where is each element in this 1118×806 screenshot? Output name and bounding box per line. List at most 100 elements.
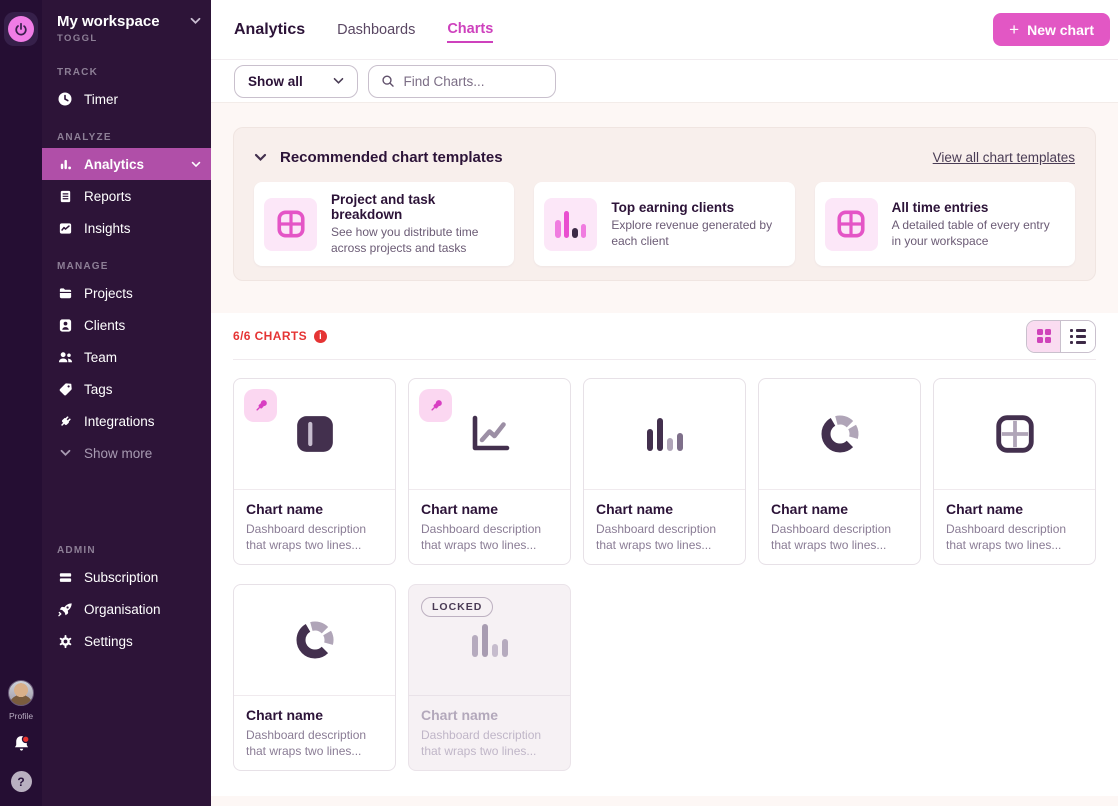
list-icon <box>1070 329 1086 344</box>
sidebar-item-projects[interactable]: Projects <box>42 277 211 309</box>
filter-row: Show all <box>211 60 1118 103</box>
chevron-down-icon <box>57 445 73 461</box>
section-label: MANAGE <box>57 261 211 272</box>
sidebar-item-subscription[interactable]: Subscription <box>42 561 211 593</box>
document-icon <box>57 188 73 204</box>
show-all-select[interactable]: Show all <box>234 65 358 98</box>
notifications-bell-icon[interactable] <box>12 734 31 758</box>
list-view-button[interactable] <box>1061 321 1095 352</box>
tag-icon <box>57 381 73 397</box>
section-label: ANALYZE <box>57 132 211 143</box>
table-grid-icon <box>825 198 878 251</box>
sidebar-item-label: Tags <box>84 382 113 397</box>
sidebar-item-settings[interactable]: Settings <box>42 625 211 657</box>
charts-grid: Chart name Dashboard description that wr… <box>233 360 1096 796</box>
sidebar-item-label: Projects <box>84 286 133 301</box>
chart-card-5[interactable]: Chart name Dashboard description that wr… <box>933 378 1096 565</box>
table-grid-icon <box>264 198 317 251</box>
workspace-switcher[interactable]: My workspace TOGGL <box>42 0 211 50</box>
sidebar-item-show-more[interactable]: Show more <box>42 437 211 469</box>
recommended-title: Recommended chart templates <box>280 149 503 166</box>
template-card-all-time-entries[interactable]: All time entries A detailed table of eve… <box>815 182 1075 266</box>
sidebar-item-tags[interactable]: Tags <box>42 373 211 405</box>
chart-desc: Dashboard description that wraps two lin… <box>771 521 908 553</box>
sidebar-item-label: Show more <box>84 446 152 461</box>
chart-desc: Dashboard description that wraps two lin… <box>246 727 383 759</box>
grid-view-button[interactable] <box>1027 321 1061 352</box>
toggl-logo-button[interactable] <box>4 12 38 46</box>
chart-card-7-locked[interactable]: LOCKED Chart name Dashboard description … <box>408 584 571 771</box>
pin-icon <box>253 398 269 414</box>
view-all-templates-link[interactable]: View all chart templates <box>933 150 1075 165</box>
chart-card-6[interactable]: Chart name Dashboard description that wr… <box>233 584 396 771</box>
chart-card-4[interactable]: Chart name Dashboard description that wr… <box>758 378 921 565</box>
donut-chart-icon <box>818 412 862 456</box>
profile-label: Profile <box>9 711 33 721</box>
sidebar-section-admin: ADMIN Subscription Organisation Settings <box>42 545 211 657</box>
chart-desc: Dashboard description that wraps two lin… <box>946 521 1083 553</box>
info-icon[interactable]: i <box>314 330 327 343</box>
chart-name: Chart name <box>771 501 908 517</box>
rocket-icon <box>57 601 73 617</box>
bar-chart-icon <box>544 198 597 251</box>
chart-name: Chart name <box>421 707 558 723</box>
new-chart-button[interactable]: + New chart <box>993 13 1110 46</box>
template-desc: See how you distribute time across proje… <box>331 224 500 256</box>
page-title: Analytics <box>234 21 305 39</box>
template-desc: A detailed table of every entry in your … <box>892 217 1061 249</box>
sidebar-item-label: Timer <box>84 92 118 107</box>
subscription-icon <box>57 569 73 585</box>
sidebar-item-label: Team <box>84 350 117 365</box>
bar-chart-icon <box>472 623 508 657</box>
tab-charts[interactable]: Charts <box>447 17 493 43</box>
topbar: Analytics Dashboards Charts + New chart <box>211 0 1118 60</box>
folder-icon <box>57 285 73 301</box>
help-icon[interactable]: ? <box>11 771 32 792</box>
pin-icon <box>428 398 444 414</box>
show-all-label: Show all <box>248 74 303 89</box>
chart-name: Chart name <box>246 707 383 723</box>
plus-icon: + <box>1009 21 1019 38</box>
sidebar-item-reports[interactable]: Reports <box>42 180 211 212</box>
chart-desc: Dashboard description that wraps two lin… <box>246 521 383 553</box>
chart-name: Chart name <box>596 501 733 517</box>
chart-name: Chart name <box>421 501 558 517</box>
sidebar-item-label: Insights <box>84 221 131 236</box>
locked-badge: LOCKED <box>421 597 493 617</box>
pin-badge[interactable] <box>244 389 277 422</box>
sidebar-item-insights[interactable]: Insights <box>42 212 211 244</box>
tab-dashboards[interactable]: Dashboards <box>337 18 415 42</box>
sidebar-item-label: Settings <box>84 634 133 649</box>
chart-desc: Dashboard description that wraps two lin… <box>596 521 733 553</box>
sidebar-item-integrations[interactable]: Integrations <box>42 405 211 437</box>
workspace-name: My workspace <box>57 13 160 31</box>
sidebar-item-organisation[interactable]: Organisation <box>42 593 211 625</box>
client-card-icon <box>57 317 73 333</box>
sidebar-item-label: Organisation <box>84 602 161 617</box>
sidebar-item-label: Subscription <box>84 570 158 585</box>
chart-card-3[interactable]: Chart name Dashboard description that wr… <box>583 378 746 565</box>
template-card-project-task-breakdown[interactable]: Project and task breakdown See how you d… <box>254 182 514 266</box>
sidebar-item-timer[interactable]: Timer <box>42 83 211 115</box>
profile-avatar[interactable] <box>8 680 34 706</box>
sidebar-item-team[interactable]: Team <box>42 341 211 373</box>
chart-name: Chart name <box>246 501 383 517</box>
workspace-org: TOGGL <box>57 33 160 44</box>
chart-card-2[interactable]: Chart name Dashboard description that wr… <box>408 378 571 565</box>
sidebar-item-label: Analytics <box>84 157 144 172</box>
gear-icon <box>57 633 73 649</box>
sidebar-section-analyze: ANALYZE Analytics Reports Insights <box>42 132 211 244</box>
search-input[interactable] <box>404 74 543 89</box>
chevron-down-icon <box>190 17 201 25</box>
pin-badge[interactable] <box>419 389 452 422</box>
sidebar-section-manage: MANAGE Projects Clients Team Tags <box>42 261 211 469</box>
chart-card-1[interactable]: Chart name Dashboard description that wr… <box>233 378 396 565</box>
table-chart-icon <box>994 413 1036 455</box>
collapse-chevron-icon[interactable] <box>254 153 267 162</box>
template-card-top-earning-clients[interactable]: Top earning clients Explore revenue gene… <box>534 182 794 266</box>
view-toggle <box>1026 320 1096 353</box>
sidebar-item-clients[interactable]: Clients <box>42 309 211 341</box>
bar-chart-icon <box>57 156 73 172</box>
sidebar-item-analytics[interactable]: Analytics <box>42 148 211 180</box>
sidebar-item-label: Reports <box>84 189 131 204</box>
